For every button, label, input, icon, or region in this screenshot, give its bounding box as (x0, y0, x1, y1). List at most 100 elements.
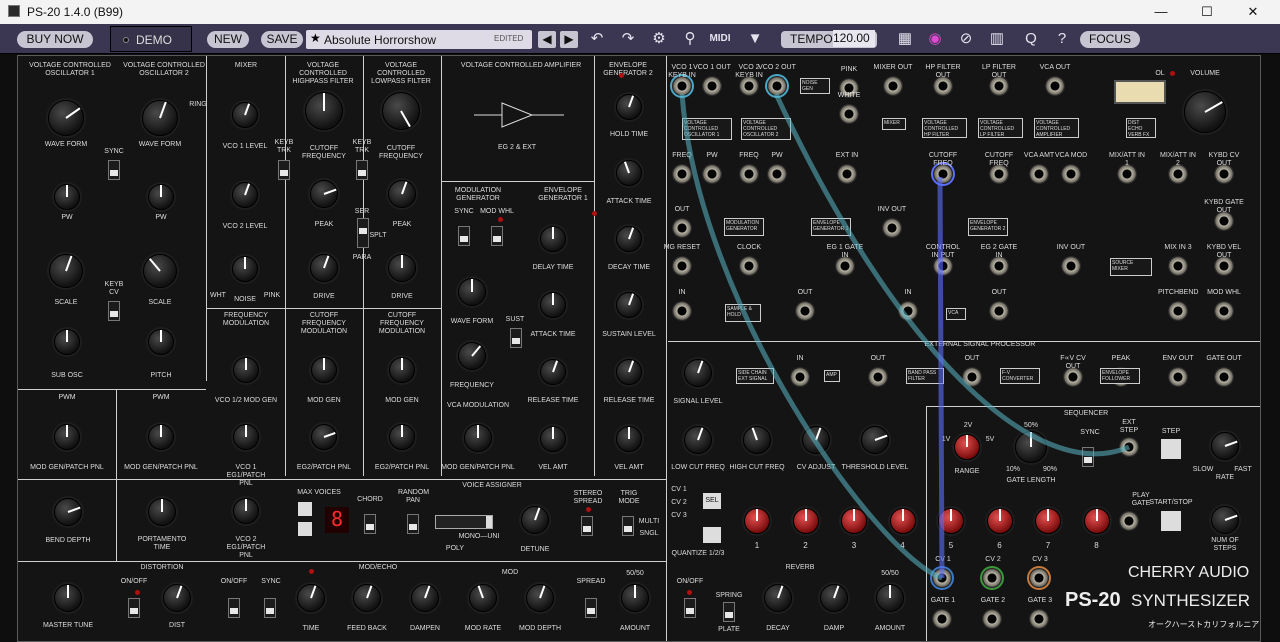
cv2-out-jack[interactable] (982, 568, 1002, 588)
hpf-keyb-trk-switch[interactable] (278, 160, 290, 180)
hpf-modgen-knob[interactable] (311, 357, 337, 383)
pitch-knob[interactable] (148, 329, 174, 355)
buy-now-button[interactable]: BUY NOW (17, 31, 93, 48)
cables-icon[interactable]: ⊘ (955, 28, 977, 50)
echo-amount-knob[interactable] (621, 584, 649, 612)
ext-step-jack[interactable] (1119, 437, 1139, 457)
dampen-knob[interactable] (411, 584, 439, 612)
eg1-release-knob[interactable] (540, 359, 566, 385)
hpf-eg2-knob[interactable] (311, 424, 337, 450)
patch-jack-pw[interactable] (702, 164, 722, 184)
hpf-cutoff-knob[interactable] (305, 92, 343, 130)
seq-step-knob-7[interactable] (1035, 508, 1061, 534)
patch-jack-vca-amt[interactable] (1029, 164, 1049, 184)
lpf-modgen-knob[interactable] (389, 357, 415, 383)
preset-name-field[interactable]: ★ Absolute Horrorshow EDITED (306, 30, 532, 49)
patch-jack-vco-2-out[interactable] (767, 76, 787, 96)
patch-jack-pitchbend[interactable] (1168, 301, 1188, 321)
quantize-button[interactable] (703, 527, 721, 543)
echo-spread-switch[interactable] (585, 598, 597, 618)
patch-jack-white[interactable] (839, 104, 859, 124)
vco12-modgen-knob[interactable] (233, 357, 259, 383)
lpf-drive-knob[interactable] (388, 254, 416, 282)
patch-jack-env-out[interactable] (1168, 367, 1188, 387)
echo-sync-switch[interactable] (264, 598, 276, 618)
mod-rate-knob[interactable] (469, 584, 497, 612)
eg2-attack-knob[interactable] (616, 160, 642, 186)
star-icon[interactable]: ★ (310, 31, 321, 45)
pwm2-knob[interactable] (148, 424, 174, 450)
vco2-pw-knob[interactable] (148, 184, 174, 210)
cv1-out-jack[interactable] (932, 568, 952, 588)
detune-knob[interactable] (521, 506, 549, 534)
seq-step-knob-8[interactable] (1083, 508, 1110, 534)
patch-jack-mod-whl[interactable] (1214, 301, 1234, 321)
lpf-keyb-trk-switch[interactable] (356, 160, 368, 180)
portamento-knob[interactable] (148, 498, 176, 526)
patch-jack-inv-out[interactable] (1061, 256, 1081, 276)
modgen-sync-switch[interactable] (458, 226, 470, 246)
echo-time-knob[interactable] (297, 584, 325, 612)
chord-switch[interactable] (364, 514, 376, 534)
patch-jack-out[interactable] (672, 218, 692, 238)
redo-icon[interactable]: ↷ (617, 28, 639, 50)
patch-jack-out[interactable] (868, 367, 888, 387)
vco1-eg1-knob[interactable] (233, 424, 259, 450)
distortion-switch[interactable] (128, 598, 140, 618)
sub-osc-knob[interactable] (54, 329, 80, 355)
sust-switch[interactable] (510, 328, 522, 348)
lpf-peak-knob[interactable] (388, 180, 416, 208)
patch-jack-in[interactable] (898, 301, 918, 321)
vco1-pw-knob[interactable] (54, 184, 80, 210)
patch-jack-freq[interactable] (672, 164, 692, 184)
patch-jack-vca-mod[interactable] (1061, 164, 1081, 184)
stereo-spread-switch[interactable] (581, 516, 593, 536)
mod-depth-knob[interactable] (526, 584, 554, 612)
pwm1-knob[interactable] (54, 424, 80, 450)
mod-whl-switch[interactable] (491, 226, 503, 246)
filter-routing-switch[interactable] (357, 218, 369, 248)
patch-jack-vco-1-out[interactable] (702, 76, 722, 96)
eg2-sustain-knob[interactable] (616, 292, 642, 318)
cv-adjust-knob[interactable] (802, 426, 830, 454)
hpf-drive-knob[interactable] (310, 254, 338, 282)
settings-gear-icon[interactable]: ⚙ (648, 28, 670, 50)
minimize-button[interactable]: — (1138, 2, 1184, 22)
modgen-frequency-knob[interactable] (458, 342, 486, 370)
seq-step-knob-6[interactable] (986, 508, 1013, 534)
trig-mode-switch[interactable] (622, 516, 634, 536)
midi-icon[interactable]: MIDI (709, 28, 731, 50)
gate2-jack[interactable] (982, 609, 1002, 629)
echo-switch[interactable] (228, 598, 240, 618)
voice-mode-slider[interactable] (435, 515, 493, 529)
voices-up-button[interactable] (298, 502, 312, 516)
play-gate-jack[interactable] (1119, 511, 1139, 531)
seq-step-knob-2[interactable] (792, 508, 819, 534)
close-button[interactable]: ✕ (1230, 2, 1276, 22)
zoom-icon[interactable]: ⚲ (679, 28, 701, 50)
quantize-select-button[interactable]: SEL (703, 493, 721, 509)
undo-icon[interactable]: ↶ (586, 28, 608, 50)
reverb-damp-knob[interactable] (820, 584, 848, 612)
eg2-decay-knob[interactable] (616, 226, 642, 252)
patch-jack-out[interactable] (795, 301, 815, 321)
voices-down-button[interactable] (298, 522, 312, 536)
eg1-delay-knob[interactable] (540, 226, 566, 252)
low-cut-knob[interactable] (684, 426, 712, 454)
gate3-jack[interactable] (1029, 609, 1049, 629)
reverb-amount-knob[interactable] (876, 584, 904, 612)
master-volume-knob[interactable] (1184, 91, 1226, 133)
random-pan-switch[interactable] (407, 514, 419, 534)
patch-jack-in[interactable] (790, 367, 810, 387)
next-preset-button[interactable]: ▶ (560, 31, 578, 48)
cv3-out-jack[interactable] (1029, 568, 1049, 588)
high-cut-knob[interactable] (743, 426, 771, 454)
new-preset-button[interactable]: NEW (207, 31, 249, 48)
reverb-decay-knob[interactable] (764, 584, 792, 612)
sync-switch[interactable] (108, 160, 120, 180)
vco1-waveform-knob[interactable] (48, 100, 84, 136)
gate1-jack[interactable] (932, 609, 952, 629)
vco2-scale-knob[interactable] (143, 254, 177, 288)
eg2-release-knob[interactable] (616, 359, 642, 385)
feedback-knob[interactable] (353, 584, 381, 612)
